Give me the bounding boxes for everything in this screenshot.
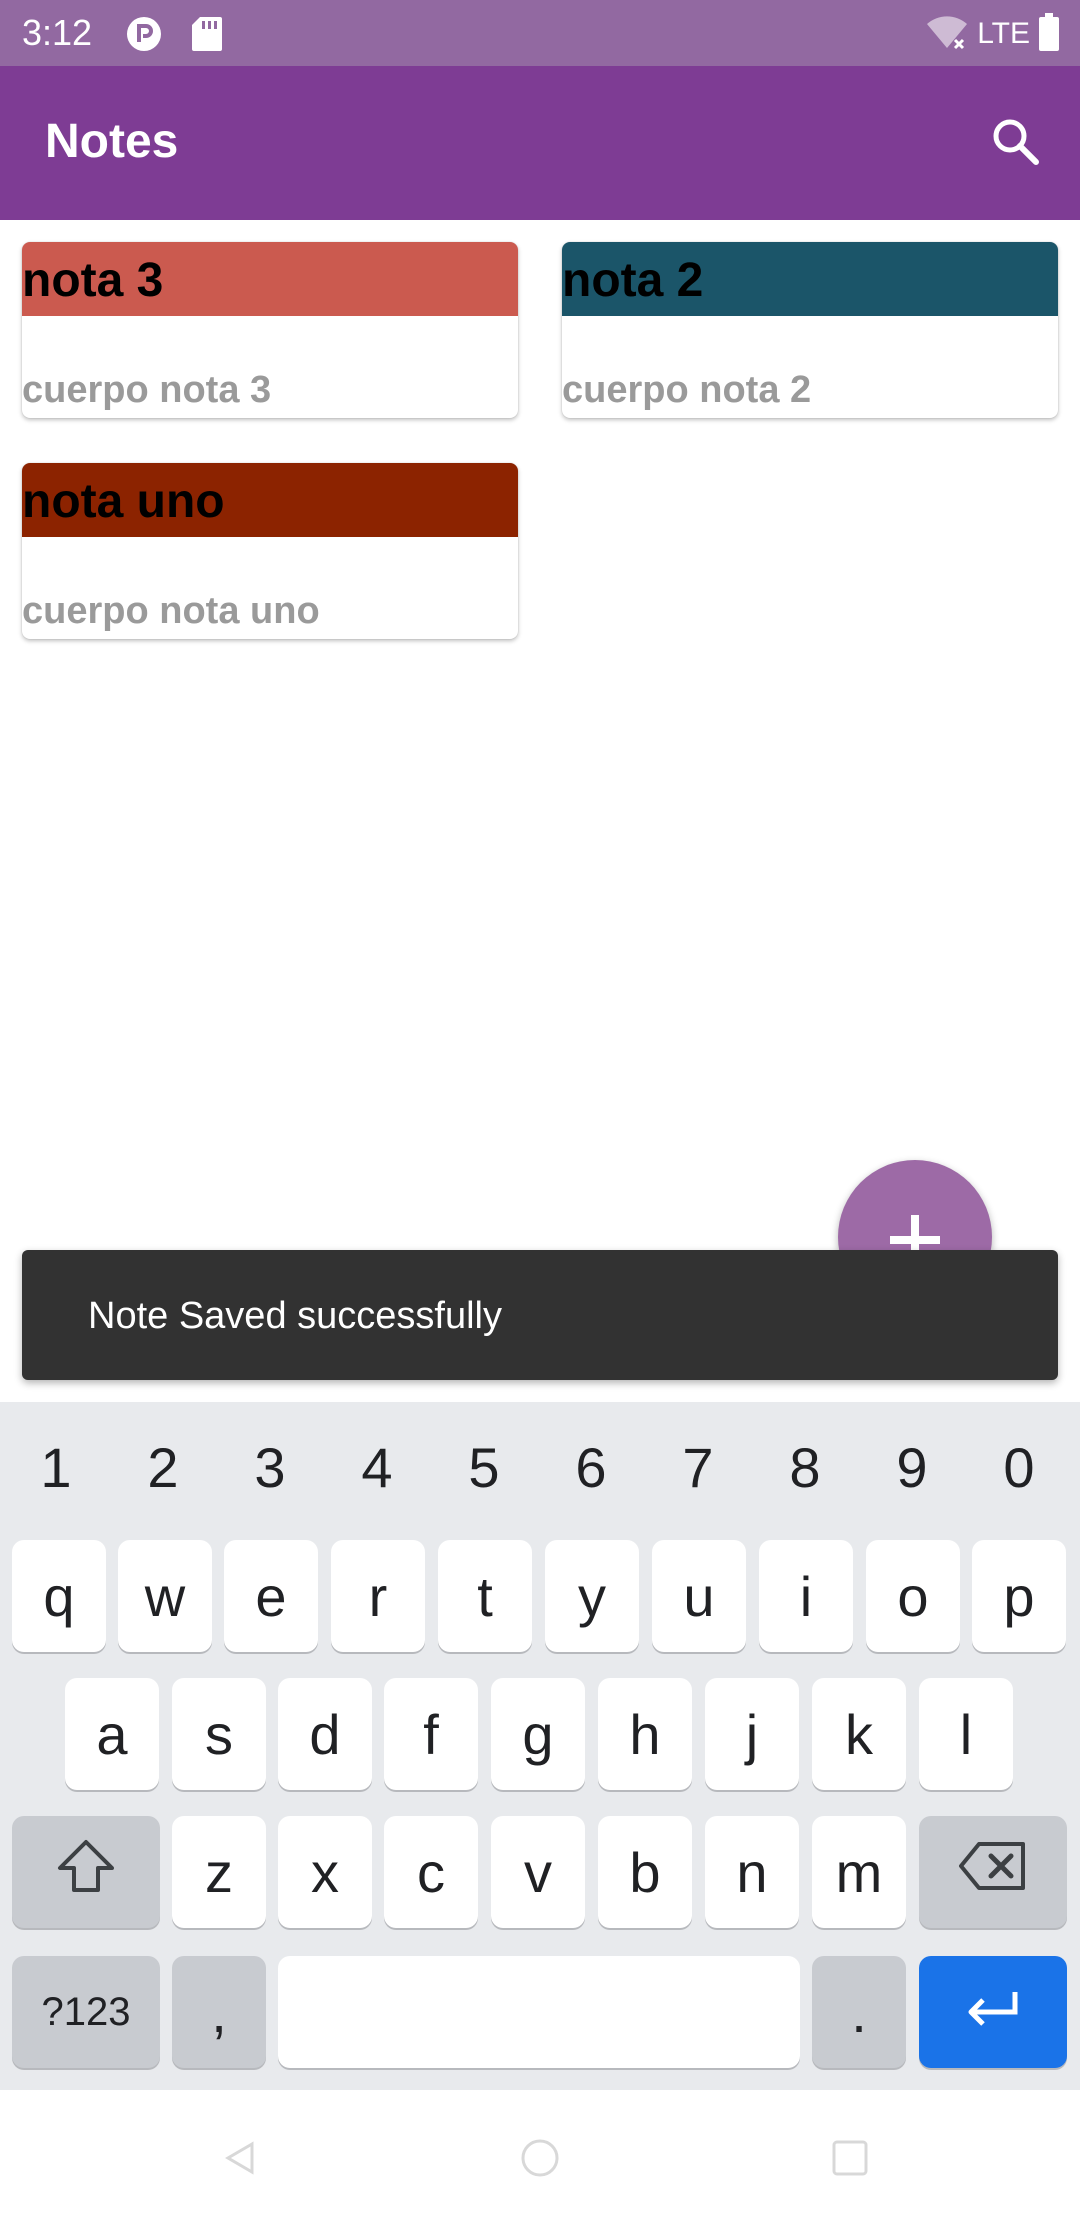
key-f[interactable]: f xyxy=(384,1678,478,1790)
key-z[interactable]: z xyxy=(172,1816,266,1928)
key-7[interactable]: 7 xyxy=(648,1428,748,1508)
key-1[interactable]: 1 xyxy=(6,1428,106,1508)
snackbar: Note Saved successfully xyxy=(22,1250,1058,1380)
key-w[interactable]: w xyxy=(118,1540,212,1652)
key-d[interactable]: d xyxy=(278,1678,372,1790)
note-body: cuerpo nota uno xyxy=(22,590,320,632)
key-u[interactable]: u xyxy=(652,1540,746,1652)
enter-icon xyxy=(963,1980,1023,2045)
back-button[interactable] xyxy=(200,2120,280,2200)
note-card[interactable]: nota uno cuerpo nota uno xyxy=(22,463,518,639)
note-title: nota uno xyxy=(22,475,225,528)
key-h[interactable]: h xyxy=(598,1678,692,1790)
key-6[interactable]: 6 xyxy=(541,1428,641,1508)
app-bar: Notes xyxy=(0,66,1080,220)
key-s[interactable]: s xyxy=(172,1678,266,1790)
key-j[interactable]: j xyxy=(705,1678,799,1790)
backspace-icon xyxy=(957,1840,1029,1905)
key-8[interactable]: 8 xyxy=(755,1428,855,1508)
navigation-bar xyxy=(0,2090,1080,2220)
key-b[interactable]: b xyxy=(598,1816,692,1928)
sd-card-icon xyxy=(192,16,222,57)
key-v[interactable]: v xyxy=(491,1816,585,1928)
soft-keyboard: 1 2 3 4 5 6 7 8 9 0 q w e r t y u i o p … xyxy=(0,1402,1080,2090)
status-bar: 3:12 LTE xyxy=(0,0,1080,66)
recents-button[interactable] xyxy=(810,2120,890,2200)
home-icon xyxy=(520,2138,560,2183)
number-row: 1 2 3 4 5 6 7 8 9 0 xyxy=(0,1428,1080,1508)
key-9[interactable]: 9 xyxy=(862,1428,962,1508)
key-g[interactable]: g xyxy=(491,1678,585,1790)
app-title: Notes xyxy=(45,115,179,168)
key-p[interactable]: p xyxy=(972,1540,1066,1652)
key-e[interactable]: e xyxy=(224,1540,318,1652)
wifi-off-icon xyxy=(925,12,969,57)
key-t[interactable]: t xyxy=(438,1540,532,1652)
key-r[interactable]: r xyxy=(331,1540,425,1652)
note-body: cuerpo nota 3 xyxy=(22,369,272,411)
key-a[interactable]: a xyxy=(65,1678,159,1790)
shift-key[interactable] xyxy=(12,1816,160,1928)
key-o[interactable]: o xyxy=(866,1540,960,1652)
key-y[interactable]: y xyxy=(545,1540,639,1652)
key-i[interactable]: i xyxy=(759,1540,853,1652)
note-card[interactable]: nota 2 cuerpo nota 2 xyxy=(562,242,1058,418)
network-type: LTE xyxy=(977,17,1030,50)
note-header: nota uno xyxy=(22,463,518,537)
key-q[interactable]: q xyxy=(12,1540,106,1652)
shift-icon xyxy=(54,1836,118,1909)
app-notification-icon xyxy=(126,16,162,57)
note-header: nota 2 xyxy=(562,242,1058,316)
recents-icon xyxy=(830,2138,870,2183)
note-body: cuerpo nota 2 xyxy=(562,369,812,411)
back-icon xyxy=(220,2138,260,2183)
key-n[interactable]: n xyxy=(705,1816,799,1928)
search-button[interactable] xyxy=(980,108,1050,178)
period-key[interactable]: . xyxy=(812,1956,906,2068)
key-5[interactable]: 5 xyxy=(434,1428,534,1508)
note-header: nota 3 xyxy=(22,242,518,316)
battery-icon xyxy=(1038,12,1060,56)
key-k[interactable]: k xyxy=(812,1678,906,1790)
spacebar[interactable] xyxy=(278,1956,800,2068)
key-c[interactable]: c xyxy=(384,1816,478,1928)
enter-key[interactable] xyxy=(919,1956,1067,2068)
key-x[interactable]: x xyxy=(278,1816,372,1928)
key-0[interactable]: 0 xyxy=(969,1428,1069,1508)
home-button[interactable] xyxy=(500,2120,580,2200)
key-3[interactable]: 3 xyxy=(220,1428,320,1508)
key-2[interactable]: 2 xyxy=(113,1428,213,1508)
snackbar-message: Note Saved successfully xyxy=(88,1295,502,1337)
key-4[interactable]: 4 xyxy=(327,1428,427,1508)
note-card[interactable]: nota 3 cuerpo nota 3 xyxy=(22,242,518,418)
search-icon xyxy=(989,115,1041,172)
key-m[interactable]: m xyxy=(812,1816,906,1928)
note-title: nota 3 xyxy=(22,254,164,307)
note-title: nota 2 xyxy=(562,254,704,307)
comma-key[interactable]: , xyxy=(172,1956,266,2068)
status-time: 3:12 xyxy=(22,12,93,53)
symbols-key[interactable]: ?123 xyxy=(12,1956,160,2068)
backspace-key[interactable] xyxy=(919,1816,1067,1928)
key-l[interactable]: l xyxy=(919,1678,1013,1790)
